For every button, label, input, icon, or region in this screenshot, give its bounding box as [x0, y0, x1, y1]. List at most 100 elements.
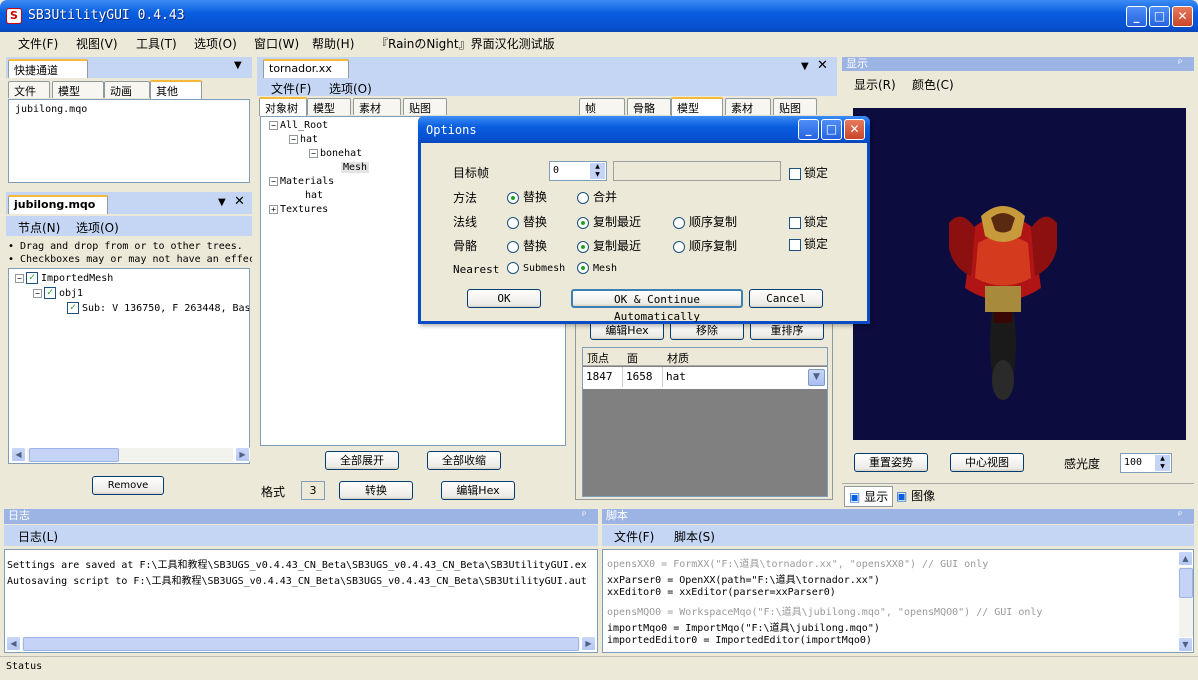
tab-image[interactable]: ▣ 图像	[896, 487, 935, 504]
3d-viewport[interactable]	[853, 108, 1186, 440]
chevron-down-icon[interactable]: ▼	[808, 369, 825, 386]
remove-button[interactable]: Remove	[92, 476, 164, 495]
nearest-submesh-radio[interactable]: Submesh	[507, 262, 565, 274]
bones-copy-order-radio[interactable]: 顺序复制	[673, 237, 737, 254]
title-bar[interactable]: S SB3UtilityGUI 0.4.43 _ □ ✕	[0, 0, 1198, 32]
method-replace-radio[interactable]: 替换	[507, 188, 547, 205]
horizontal-scrollbar-thumb[interactable]	[23, 637, 579, 651]
subtab-frame[interactable]: 帧	[579, 98, 625, 115]
normals-copy-order-radio[interactable]: 顺序复制	[673, 213, 737, 230]
spin-down-icon[interactable]: ▼	[590, 171, 605, 179]
spin-down-icon[interactable]: ▼	[1155, 463, 1170, 471]
ok-continue-button[interactable]: OK & Continue Automatically	[571, 289, 743, 323]
tab-quick-access[interactable]: 快捷通道	[8, 59, 88, 78]
nearest-mesh-radio[interactable]: Mesh	[577, 262, 617, 274]
menu-color[interactable]: 颜色(C)	[912, 76, 954, 93]
vertical-scrollbar-thumb[interactable]	[1179, 568, 1193, 598]
menu-log[interactable]: 日志(L)	[18, 528, 58, 545]
log-text[interactable]: Settings are saved at F:\工具和教程\SB3UGS_v0…	[4, 549, 598, 653]
tree-node[interactable]: − All_Root	[269, 120, 328, 131]
scroll-right-icon[interactable]: ▶	[235, 447, 250, 462]
menu-options[interactable]: 选项(O)	[194, 35, 237, 52]
tree-node[interactable]: + Textures	[269, 204, 328, 215]
menu-options[interactable]: 选项(O)	[76, 219, 119, 236]
subtab-other[interactable]: 其他	[150, 80, 202, 99]
bones-replace-radio[interactable]: 替换	[507, 237, 547, 254]
lock-checkbox[interactable]: 锁定	[789, 164, 828, 181]
dialog-maximize-button[interactable]: □	[821, 119, 842, 140]
dropdown-arrow-icon[interactable]: ▼	[218, 197, 226, 208]
menu-render[interactable]: 显示(R)	[854, 76, 896, 93]
center-view-button[interactable]: 中心视图	[950, 453, 1024, 472]
dialog-minimize-button[interactable]: _	[798, 119, 819, 140]
tree-node[interactable]: − bonehat	[309, 148, 362, 159]
subtab-animation[interactable]: 动画	[104, 81, 150, 98]
tab-jubilong-mqo[interactable]: jubilong.mqo	[8, 195, 108, 214]
minimize-button[interactable]: _	[1126, 6, 1147, 27]
sensitivity-spinner[interactable]: 100 ▲ ▼	[1120, 453, 1172, 473]
tree-node[interactable]: − Materials	[269, 176, 334, 187]
cell-material[interactable]: hat	[663, 367, 827, 387]
subtab-texture[interactable]: 贴图	[403, 98, 447, 115]
subtab-material[interactable]: 素材	[725, 98, 771, 115]
expand-all-button[interactable]: 全部展开	[325, 451, 399, 470]
tree-node[interactable]: ✓ Sub: V 136750, F 263448, Bas	[67, 302, 249, 314]
subtab-model[interactable]: 模型	[52, 81, 104, 98]
pin-icon[interactable]: ᵖ	[582, 509, 586, 523]
subtab-mesh[interactable]: 模型	[671, 97, 723, 116]
menu-help[interactable]: 帮助(H)	[312, 35, 354, 52]
tree-node[interactable]: hat	[305, 190, 323, 201]
maximize-button[interactable]: □	[1149, 6, 1170, 27]
tree-node[interactable]: − hat	[289, 134, 318, 145]
scroll-left-icon[interactable]: ◀	[6, 636, 21, 651]
convert-button[interactable]: 转换	[339, 481, 413, 500]
close-icon[interactable]: ✕	[234, 194, 245, 209]
subtab-file[interactable]: 文件	[8, 81, 50, 98]
script-text[interactable]: opensXX0 = FormXX("F:\道具\tornador.xx", "…	[602, 549, 1194, 653]
target-frame-spinner[interactable]: 0 ▲ ▼	[549, 161, 607, 181]
method-merge-radio[interactable]: 合并	[577, 188, 617, 205]
tree-node[interactable]: − ✓ obj1	[33, 287, 83, 299]
tree-node[interactable]: − ✓ ImportedMesh	[15, 272, 113, 284]
spin-up-icon[interactable]: ▲	[1155, 455, 1170, 463]
ok-button[interactable]: OK	[467, 289, 541, 308]
tab-display[interactable]: ▣ 显示	[844, 486, 894, 507]
scroll-up-icon[interactable]: ▲	[1178, 551, 1193, 566]
menu-node[interactable]: 节点(N)	[18, 219, 60, 236]
cancel-button[interactable]: Cancel	[749, 289, 823, 308]
collapse-all-button[interactable]: 全部收缩	[427, 451, 501, 470]
menu-file[interactable]: 文件(F)	[271, 80, 311, 97]
subtab-texture[interactable]: 贴图	[773, 98, 817, 115]
menu-tools[interactable]: 工具(T)	[136, 35, 177, 52]
menu-view[interactable]: 视图(V)	[76, 35, 118, 52]
menu-file[interactable]: 文件(F)	[18, 35, 58, 52]
bones-lock-checkbox[interactable]: 锁定	[789, 235, 828, 252]
horizontal-scrollbar-thumb[interactable]	[29, 448, 119, 462]
dropdown-arrow-icon[interactable]: ▼	[801, 61, 809, 72]
spin-up-icon[interactable]: ▲	[590, 163, 605, 171]
normals-lock-checkbox[interactable]: 锁定	[789, 213, 828, 230]
edit-hex-button[interactable]: 编辑Hex	[441, 481, 515, 500]
dropdown-arrow-icon[interactable]: ▼	[234, 60, 242, 71]
menu-options[interactable]: 选项(O)	[329, 80, 372, 97]
subtab-object-tree[interactable]: 对象树	[259, 97, 307, 116]
bones-copy-nearest-radio[interactable]: 复制最近	[577, 237, 641, 254]
subtab-model[interactable]: 模型	[307, 98, 351, 115]
normals-replace-radio[interactable]: 替换	[507, 213, 547, 230]
menu-file[interactable]: 文件(F)	[614, 528, 654, 545]
list-item[interactable]: jubilong.mqo	[15, 104, 87, 115]
dialog-close-button[interactable]: ✕	[844, 119, 865, 140]
normals-copy-nearest-radio[interactable]: 复制最近	[577, 213, 641, 230]
menu-script[interactable]: 脚本(S)	[674, 528, 715, 545]
table-row[interactable]: 1847 1658 hat ▼	[583, 367, 827, 389]
pin-icon[interactable]: ᵖ	[1178, 57, 1182, 71]
scroll-right-icon[interactable]: ▶	[581, 636, 596, 651]
subtab-bone[interactable]: 骨骼	[627, 98, 671, 115]
close-button[interactable]: ✕	[1172, 6, 1193, 27]
scroll-down-icon[interactable]: ▼	[1178, 637, 1193, 652]
tree-node[interactable]: Mesh	[341, 162, 370, 173]
close-icon[interactable]: ✕	[817, 58, 828, 73]
pin-icon[interactable]: ᵖ	[1178, 509, 1182, 523]
subtab-material[interactable]: 素材	[353, 98, 401, 115]
tab-tornador-xx[interactable]: tornador.xx	[263, 59, 349, 78]
